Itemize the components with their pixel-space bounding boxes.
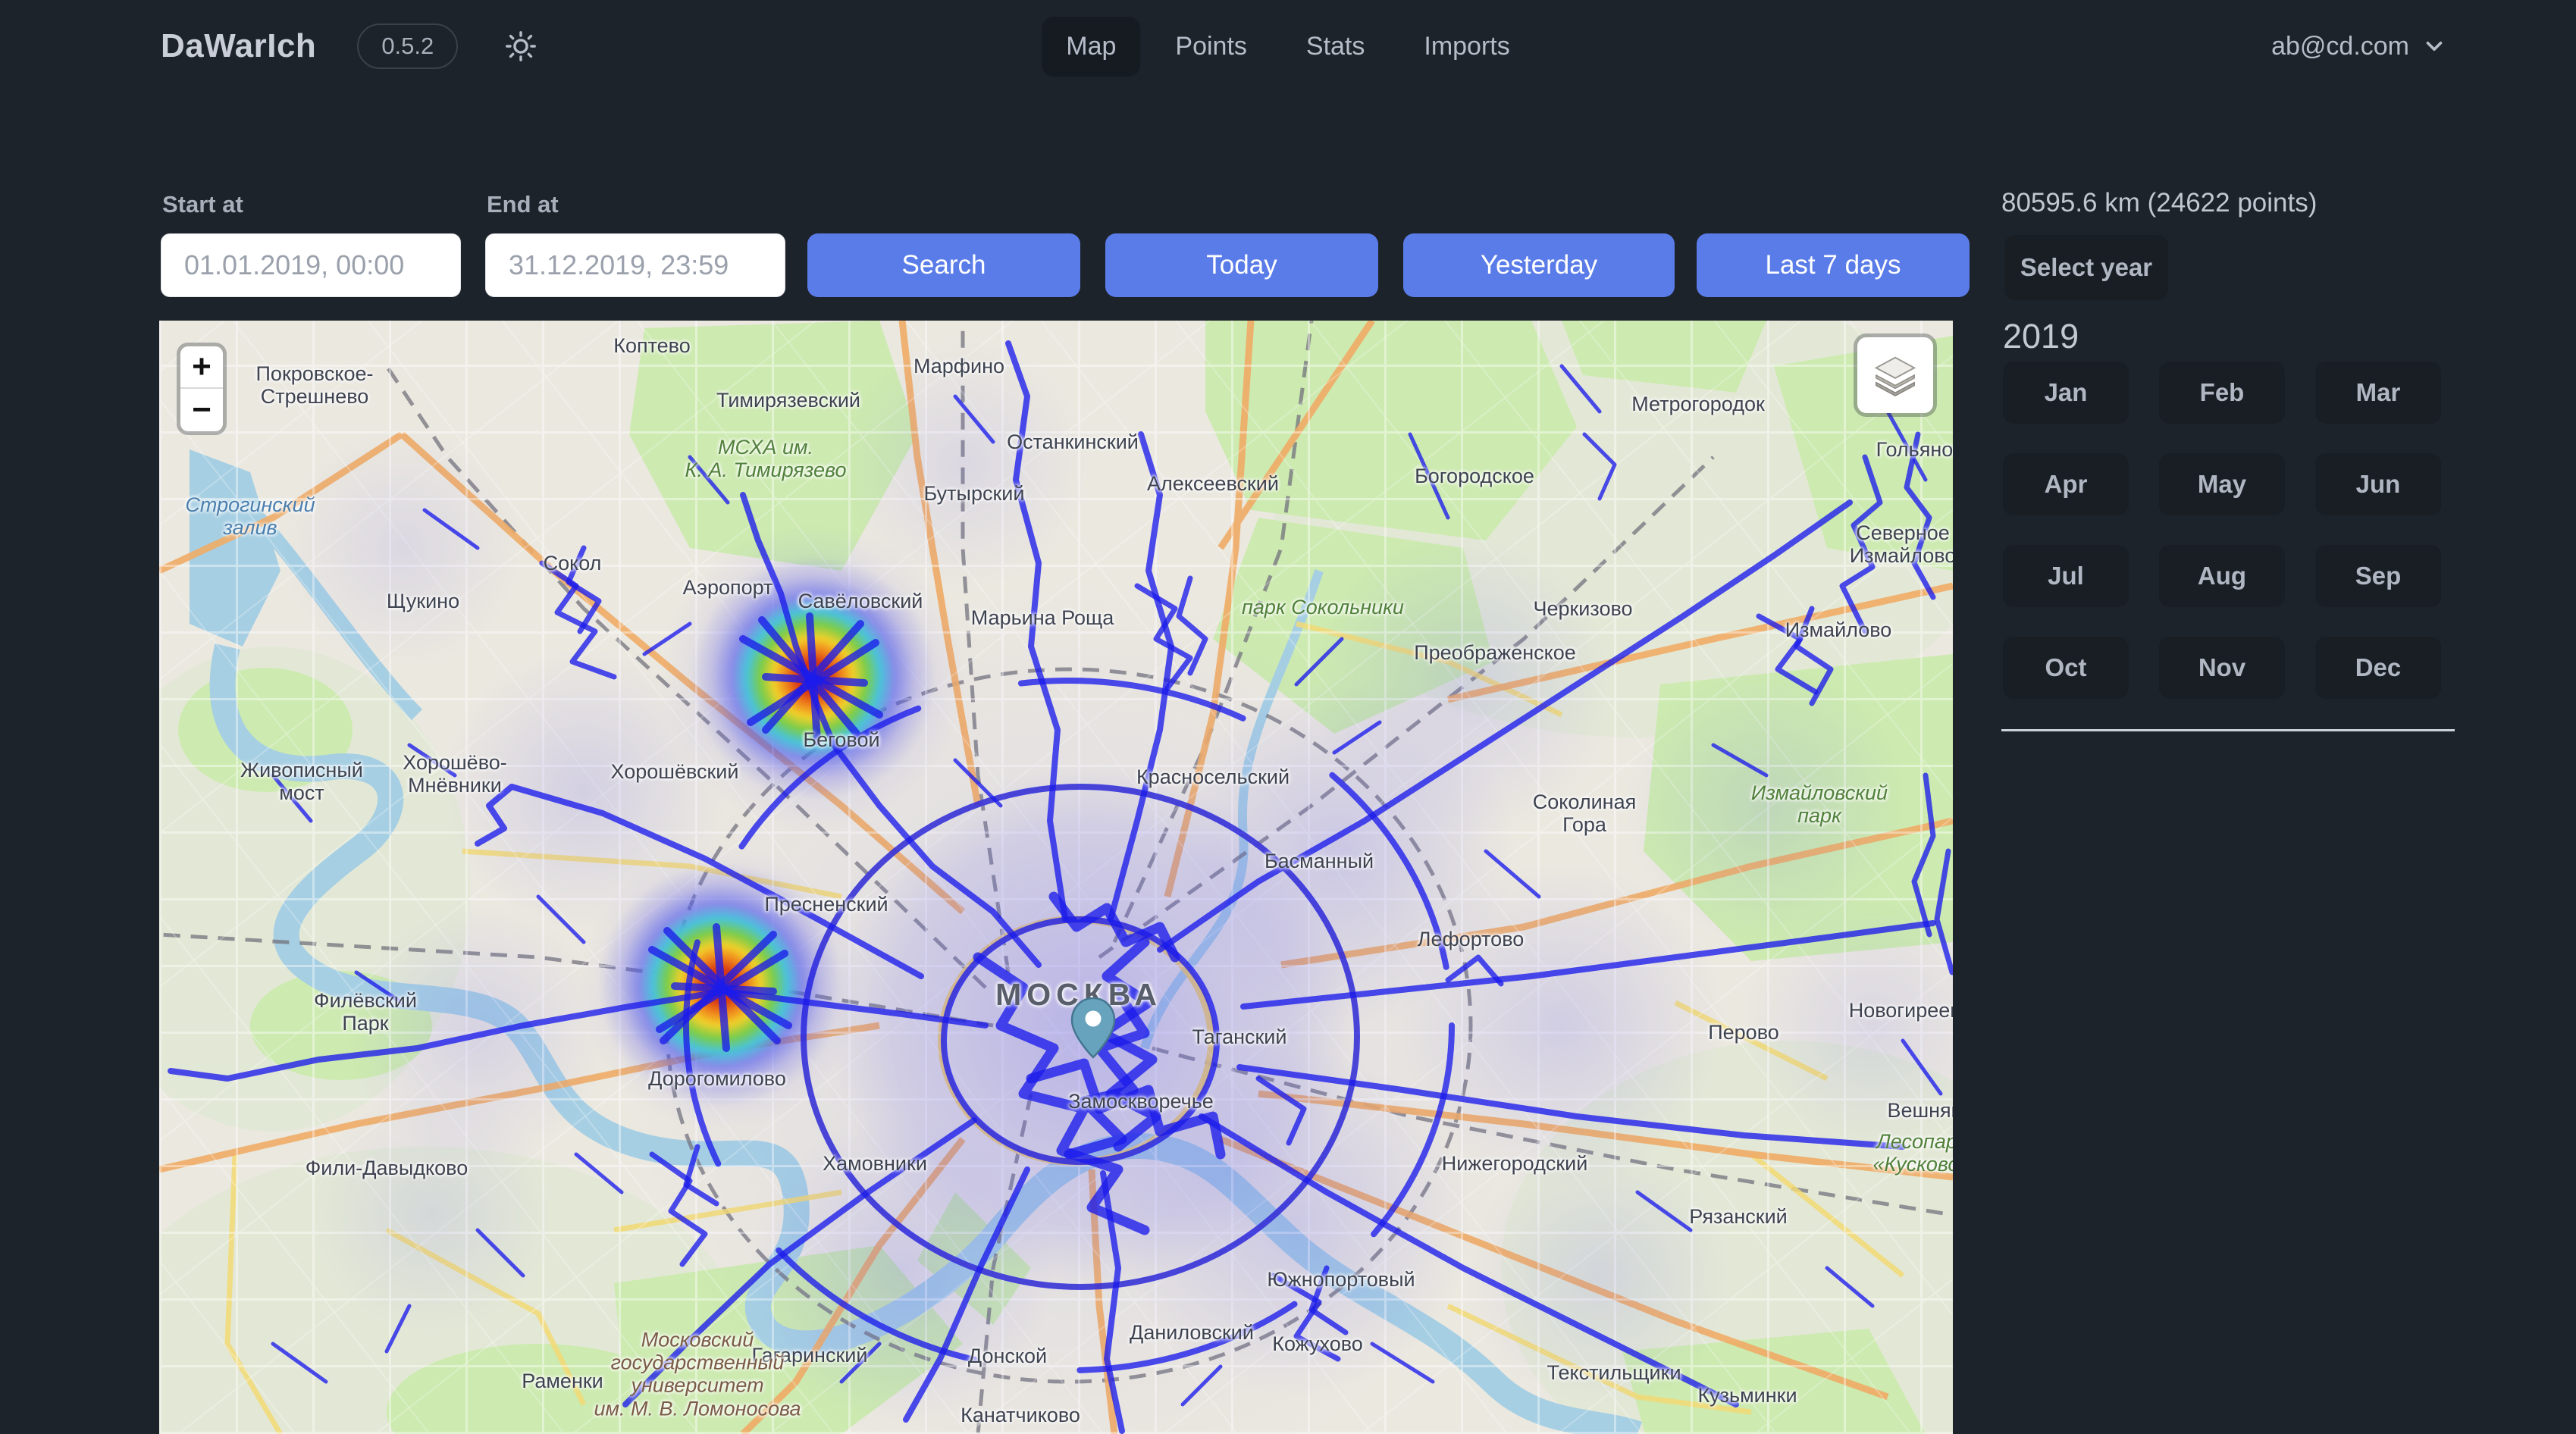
brand: DaWarIch 0.5.2 — [161, 0, 543, 92]
month-button-sep[interactable]: Sep — [2315, 545, 2441, 607]
month-button-may[interactable]: May — [2159, 453, 2285, 515]
month-button-oct[interactable]: Oct — [2003, 637, 2129, 699]
last-7-days-button[interactable]: Last 7 days — [1697, 233, 1970, 297]
tab-stats[interactable]: Stats — [1282, 17, 1389, 77]
app-logo: DaWarIch — [161, 27, 316, 65]
distance-summary: 80595.6 km (24622 points) — [2001, 188, 2317, 218]
theme-toggle-button[interactable] — [499, 24, 543, 68]
tab-map[interactable]: Map — [1042, 17, 1140, 77]
user-email: ab@cd.com — [2271, 32, 2409, 61]
main-nav: Map Points Stats Imports — [1042, 0, 1534, 92]
year-heading: 2019 — [2003, 317, 2079, 356]
month-button-feb[interactable]: Feb — [2159, 362, 2285, 424]
zoom-control: + − — [180, 346, 223, 431]
month-button-jun[interactable]: Jun — [2315, 453, 2441, 515]
sun-icon — [503, 29, 538, 64]
month-button-jan[interactable]: Jan — [2003, 362, 2129, 424]
start-at-input[interactable] — [161, 233, 461, 297]
tab-points[interactable]: Points — [1151, 17, 1271, 77]
zoom-in-button[interactable]: + — [180, 346, 223, 389]
layers-icon — [1872, 352, 1919, 399]
search-button[interactable]: Search — [807, 233, 1080, 297]
map-canvas[interactable]: Коптево Покровское- Стрешнево Тимирязевс… — [159, 321, 1953, 1434]
layers-control[interactable] — [1857, 337, 1933, 413]
navbar: DaWarIch 0.5.2 Map Points Stats Imports … — [0, 0, 2576, 92]
month-button-mar[interactable]: Mar — [2315, 362, 2441, 424]
today-button[interactable]: Today — [1105, 233, 1378, 297]
map-marker-pin[interactable] — [1069, 996, 1117, 1060]
start-at-label: Start at — [162, 191, 243, 218]
month-button-dec[interactable]: Dec — [2315, 637, 2441, 699]
month-button-jul[interactable]: Jul — [2003, 545, 2129, 607]
month-button-apr[interactable]: Apr — [2003, 453, 2129, 515]
chevron-down-icon — [2421, 33, 2447, 59]
end-at-input[interactable] — [485, 233, 785, 297]
account-menu[interactable]: ab@cd.com — [2271, 0, 2447, 92]
select-year-button[interactable]: Select year — [2004, 235, 2168, 300]
gps-tracks — [159, 321, 1953, 1434]
version-badge: 0.5.2 — [357, 23, 458, 69]
zoom-out-button[interactable]: − — [180, 389, 223, 431]
yesterday-button[interactable]: Yesterday — [1403, 233, 1675, 297]
month-button-aug[interactable]: Aug — [2159, 545, 2285, 607]
end-at-label: End at — [487, 191, 559, 218]
month-button-nov[interactable]: Nov — [2159, 637, 2285, 699]
months-grid: Jan Feb Mar Apr May Jun Jul Aug Sep Oct … — [2003, 362, 2441, 699]
sidebar-divider — [2001, 729, 2455, 731]
tab-imports[interactable]: Imports — [1399, 17, 1534, 77]
